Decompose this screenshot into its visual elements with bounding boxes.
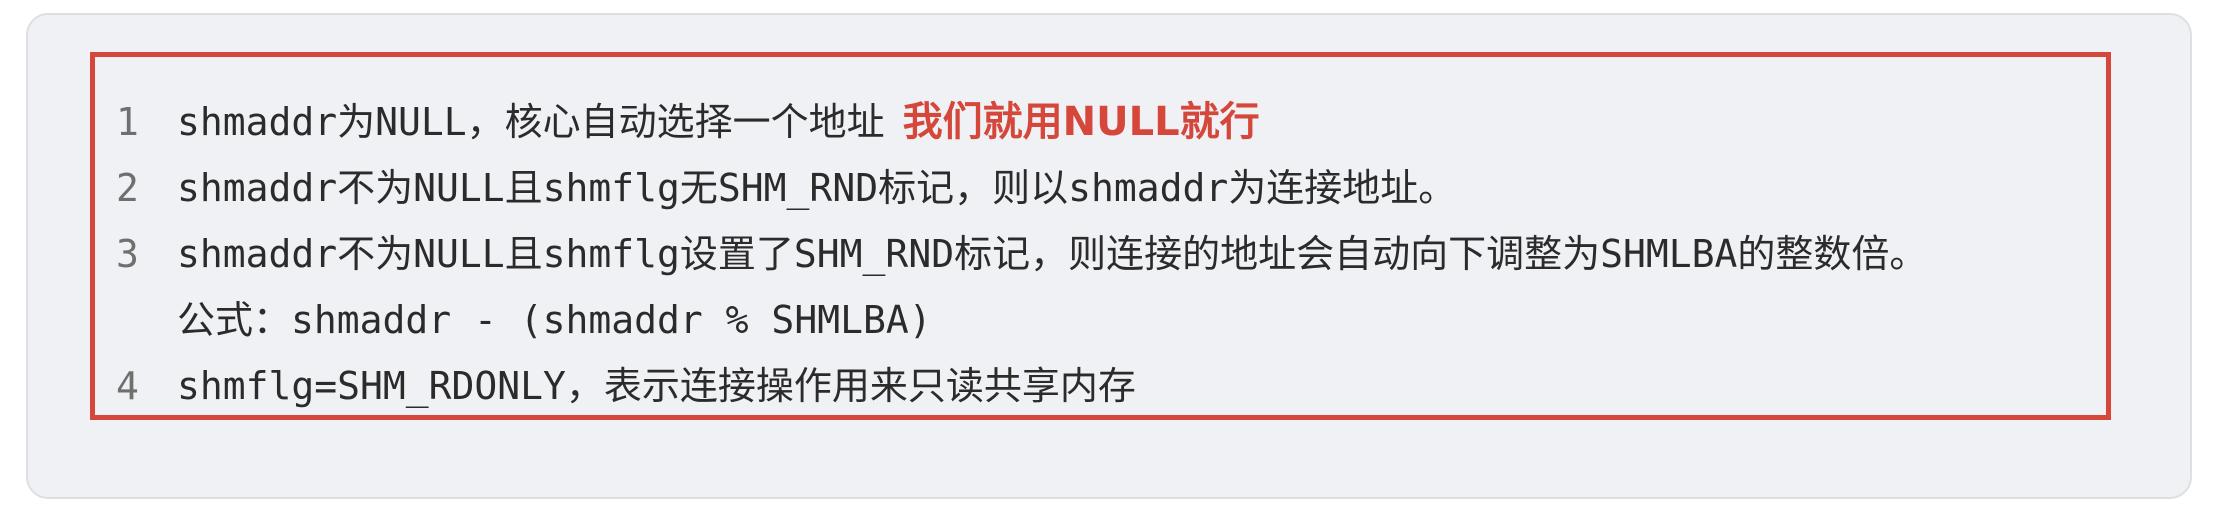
line-number: 3 [116,232,139,276]
line-text: 公式：shmaddr - (shmaddr % SHMLBA) [177,298,932,342]
line-text: shmaddr不为NULL且shmflg无SHM_RND标记，则以shmaddr… [177,166,1457,210]
line-text: shmaddr为NULL，核心自动选择一个地址 [177,100,885,144]
line-text: shmflg=SHM_RDONLY，表示连接操作用来只读共享内存 [177,364,1136,408]
line-number: 2 [116,166,139,210]
line-text: shmaddr不为NULL且shmflg设置了SHM_RND标记，则连接的地址会… [177,232,1928,276]
line-number: 4 [116,364,139,408]
annotation-text: 我们就用NULL就行 [902,99,1260,145]
line-number: 1 [116,100,139,144]
